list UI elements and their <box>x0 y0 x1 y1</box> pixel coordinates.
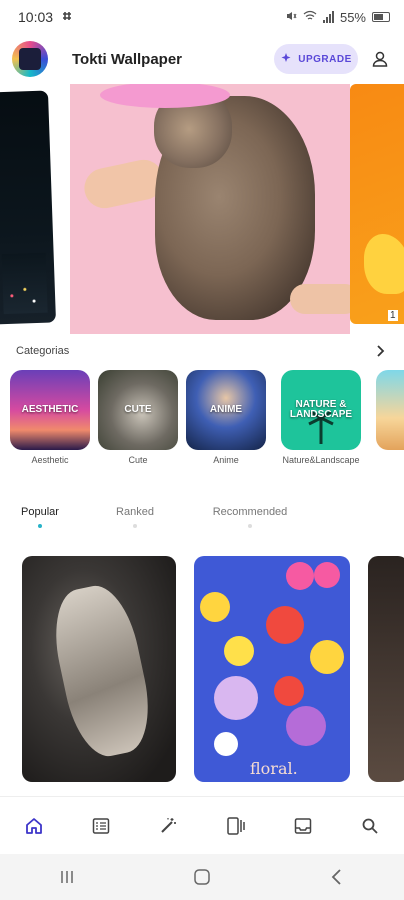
tab-indicator-dot <box>133 524 137 528</box>
flower-shape <box>274 676 304 706</box>
mute-icon <box>285 10 297 25</box>
upgrade-button[interactable]: UPGRADE <box>274 44 358 74</box>
categories-title: Categorias <box>16 345 70 357</box>
wallpaper-card-floral[interactable]: floral. <box>194 556 350 782</box>
wallpaper-tabs: Popular Ranked Recommended <box>0 506 404 534</box>
bottom-navigation <box>0 796 404 855</box>
floral-caption: floral. <box>250 759 298 778</box>
carousel-card-city[interactable] <box>0 90 57 326</box>
category-item-partial[interactable] <box>376 370 404 450</box>
category-item-cute[interactable]: CUTE Cute <box>98 370 178 465</box>
flower-shape <box>286 562 314 590</box>
user-icon[interactable] <box>368 47 392 71</box>
tab-ranked[interactable]: Ranked <box>110 506 160 528</box>
back-button[interactable] <box>323 863 351 891</box>
carousel-card-orange[interactable] <box>350 84 404 324</box>
arm-image <box>290 284 350 314</box>
kitten-image <box>45 579 159 763</box>
flower-shape <box>286 706 326 746</box>
yellow-flower-image <box>364 234 404 294</box>
home-icon <box>25 818 42 834</box>
categories-header: Categorias <box>0 338 404 364</box>
flower-shape <box>214 732 238 756</box>
flower-shape <box>200 592 230 622</box>
category-thumb: ANIME <box>186 370 266 450</box>
nav-search[interactable] <box>356 812 384 840</box>
sparkle-icon <box>280 52 292 67</box>
nav-ai-magic[interactable] <box>154 812 182 840</box>
category-label: Nature&Landscape <box>282 455 360 465</box>
flower-shape <box>314 562 340 588</box>
category-thumb: CUTE <box>98 370 178 450</box>
categories-row: AESTHETIC Aesthetic CUTE Cute ANIME Anim… <box>0 370 404 470</box>
battery-icon <box>372 12 390 22</box>
recents-button[interactable] <box>53 863 81 891</box>
list-icon <box>92 818 110 834</box>
category-item-aesthetic[interactable]: AESTHETIC Aesthetic <box>10 370 90 465</box>
flower-shape <box>224 636 254 666</box>
upgrade-label: UPGRADE <box>298 53 352 65</box>
app-title: Tokti Wallpaper <box>72 50 183 68</box>
category-label: Cute <box>128 455 148 465</box>
phone-wallpaper-icon <box>226 817 245 835</box>
carousel-page-indicator: 1 <box>388 310 398 321</box>
tab-indicator-dot <box>248 524 252 528</box>
home-square-icon <box>194 869 210 885</box>
featured-carousel[interactable]: 1 <box>0 84 404 334</box>
status-time: 10:03 <box>18 9 54 25</box>
search-icon <box>362 818 378 834</box>
nav-categories[interactable] <box>87 812 115 840</box>
inbox-icon <box>294 818 312 834</box>
tab-recommended[interactable]: Recommended <box>205 506 295 528</box>
magic-wand-icon <box>161 818 177 833</box>
category-label: Aesthetic <box>31 455 69 465</box>
category-thumb <box>376 370 404 450</box>
chevron-right-icon[interactable] <box>372 343 388 359</box>
nav-saved[interactable] <box>289 812 317 840</box>
flower-shape <box>266 606 304 644</box>
flower-shape <box>214 676 258 720</box>
wallpaper-card-kitten[interactable] <box>22 556 176 782</box>
nav-live[interactable] <box>222 812 250 840</box>
category-item-nature[interactable]: NATURE & LANDSCAPE Nature&Landscape <box>281 370 361 465</box>
flower-shape <box>310 640 344 674</box>
home-button[interactable] <box>188 863 216 891</box>
wallpaper-card-partial[interactable] <box>368 556 404 782</box>
slack-icon <box>61 9 73 25</box>
nav-home[interactable] <box>20 812 48 840</box>
city-image <box>1 252 48 315</box>
app-header: Tokti Wallpaper UPGRADE <box>0 34 404 84</box>
carousel-card-cat[interactable] <box>70 84 350 334</box>
tab-indicator-dot <box>38 524 42 528</box>
system-navigation <box>0 854 404 900</box>
wifi-icon <box>303 10 317 25</box>
category-thumb: NATURE & LANDSCAPE <box>281 370 361 450</box>
category-thumb: AESTHETIC <box>10 370 90 450</box>
back-chevron-icon <box>331 869 341 885</box>
battery-text: 55% <box>339 9 366 25</box>
category-label: Anime <box>213 455 239 465</box>
wallpaper-grid: floral. <box>0 556 404 782</box>
signal-icon <box>322 11 334 23</box>
recents-icon <box>61 871 74 883</box>
status-bar: 10:03 55% <box>0 0 404 34</box>
tab-popular[interactable]: Popular <box>20 506 60 528</box>
app-avatar[interactable] <box>12 41 48 77</box>
category-item-anime[interactable]: ANIME Anime <box>186 370 266 465</box>
